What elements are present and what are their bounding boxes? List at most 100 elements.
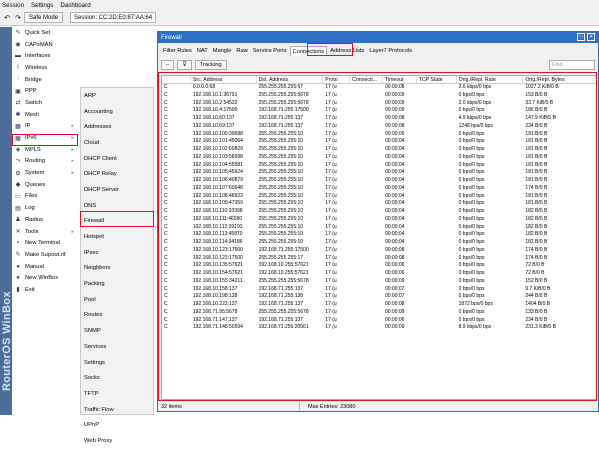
ip-submenu-dhcp-relay[interactable]: DHCP Relay — [81, 166, 153, 182]
chevron-right-icon: ▸ — [71, 228, 74, 235]
main-nav: ✎ Quick Set ◉ CAPsMAN ▬ Interfaces ⌇ Wireless ⫶ B… — [12, 27, 78, 415]
menu-dashboard[interactable]: Dashboard — [60, 2, 90, 9]
ip-submenu-upnp[interactable]: UPnP — [81, 417, 153, 433]
nav-item-capsman[interactable]: ◉ CAPsMAN — [12, 39, 78, 51]
nav-label: Radius — [25, 216, 44, 223]
tab-service-ports[interactable]: Service Ports — [251, 46, 289, 56]
nav-icon: ⇄ — [15, 100, 21, 107]
nav-item-make-supout-rif[interactable]: ✎ Make Supout.rif — [12, 249, 78, 261]
tab-nat[interactable]: NAT — [195, 46, 210, 56]
menu-bar: Session Settings Dashboard — [0, 0, 599, 10]
ip-submenu-ipsec[interactable]: IPsec — [81, 245, 153, 261]
session-value[interactable]: CC:2D:E0:87:AA:64 — [99, 15, 152, 21]
nav-item-tools[interactable]: ✕ Tools ▸ — [12, 226, 78, 238]
highlight-connections-table — [158, 72, 597, 401]
tracking-button[interactable]: Tracking — [194, 60, 227, 70]
nav-item-mesh[interactable]: ✱ Mesh — [12, 109, 78, 121]
nav-label: Switch — [25, 99, 43, 106]
nav-item-quick-set[interactable]: ✎ Quick Set — [12, 27, 78, 39]
nav-item-routing[interactable]: ⤳ Routing ▸ — [12, 156, 78, 168]
ip-submenu-cloud[interactable]: Cloud — [81, 135, 153, 151]
nav-item-ip[interactable]: ▦ IP ▸ — [12, 121, 78, 133]
maximize-icon[interactable]: □ — [577, 33, 585, 41]
nav-item-bridge[interactable]: ⫶ Bridge — [12, 74, 78, 86]
ip-submenu-settings[interactable]: Settings — [81, 355, 153, 371]
nav-item-switch[interactable]: ⇄ Switch — [12, 97, 78, 109]
nav-item-ppp[interactable]: ▣ PPP — [12, 85, 78, 97]
nav-label: CAPsMAN — [25, 41, 53, 48]
ip-submenu-tftp[interactable]: TFTP — [81, 386, 153, 402]
nav-item-exit[interactable]: ▮ Exit — [12, 284, 78, 296]
safe-mode-button[interactable]: Safe Mode — [24, 12, 64, 23]
tab-mangle[interactable]: Mangle — [211, 46, 234, 56]
nav-label: Manual — [25, 263, 45, 270]
menu-session[interactable]: Session — [2, 2, 24, 9]
window-titlebar[interactable]: Firewall □ ✕ — [158, 32, 598, 43]
nav-icon: ▮ — [16, 287, 20, 294]
ip-submenu-socks[interactable]: Socks — [81, 370, 153, 386]
filter-icon[interactable]: ⊽ — [177, 60, 192, 70]
ip-submenu-addresses[interactable]: Addresses — [81, 119, 153, 135]
ip-submenu-snmp[interactable]: SNMP — [81, 323, 153, 339]
ip-submenu-dhcp-server[interactable]: DHCP Server — [81, 182, 153, 198]
nav-label: Routing — [25, 158, 45, 165]
nav-label: Mesh — [25, 111, 40, 118]
tab-filter-rules[interactable]: Filter Rules — [161, 46, 194, 56]
nav-label: PPP — [25, 88, 37, 95]
nav-icon: ▦ — [15, 123, 21, 130]
status-bar: 32 items Max Entries: 23080 — [158, 401, 598, 412]
nav-item-files[interactable]: ▭ Files — [12, 191, 78, 203]
ip-submenu-pool[interactable]: Pool — [81, 292, 153, 308]
window-tabs: Filter Rules NAT Mangle Raw Service Ports Con… — [158, 44, 598, 56]
nav-label: IP — [25, 123, 31, 130]
nav-item-manual[interactable]: ● Manual — [12, 261, 78, 273]
nav-item-interfaces[interactable]: ▬ Interfaces — [12, 50, 78, 62]
ip-submenu-routes[interactable]: Routes — [81, 308, 153, 324]
session-label: Session: — [74, 14, 98, 21]
nav-label: Quick Set — [25, 29, 51, 36]
ip-submenu-accounting[interactable]: Accounting — [81, 104, 153, 120]
highlight-firewall — [80, 211, 154, 227]
nav-icon: ▭ — [15, 193, 21, 200]
nav-icon: ⫶ — [17, 76, 19, 83]
nav-label: New WinBox — [25, 275, 59, 282]
menu-settings[interactable]: Settings — [31, 2, 53, 9]
nav-item-wireless[interactable]: ⌇ Wireless — [12, 62, 78, 74]
nav-item-new-winbox[interactable]: ● New WinBox — [12, 272, 78, 284]
undo-icon[interactable]: ↶ — [2, 12, 12, 23]
nav-icon: ⤳ — [15, 157, 21, 164]
ip-submenu-dhcp-client[interactable]: DHCP Client — [81, 151, 153, 167]
item-count: 32 items — [158, 402, 300, 411]
nav-label: New Terminal — [25, 240, 61, 247]
nav-label: Exit — [25, 286, 35, 293]
nav-item-radius[interactable]: ♟ Radius — [12, 214, 78, 226]
nav-item-system[interactable]: ⚙ System ▸ — [12, 167, 78, 179]
nav-item-queues[interactable]: ◆ Queues — [12, 179, 78, 191]
ip-submenu-services[interactable]: Services — [81, 339, 153, 355]
ip-submenu-traffic-flow[interactable]: Traffic Flow — [81, 402, 153, 418]
ip-submenu-hotspot[interactable]: Hotspot — [81, 229, 153, 245]
nav-item-new-terminal[interactable]: ▪ New Terminal — [12, 237, 78, 249]
redo-icon[interactable]: ↷ — [13, 12, 23, 23]
nav-label: Bridge — [25, 76, 42, 83]
chevron-right-icon: ▸ — [71, 158, 74, 165]
find-input[interactable]: Find — [549, 60, 595, 70]
nav-label: Queues — [25, 181, 46, 188]
ip-submenu-arp[interactable]: ARP — [81, 88, 153, 104]
minus-icon[interactable]: − — [161, 60, 175, 70]
max-entries: Max Entries: 23080 — [308, 403, 356, 410]
tab-raw[interactable]: Raw — [234, 46, 249, 56]
ip-submenu-packing[interactable]: Packing — [81, 276, 153, 292]
close-icon[interactable]: ✕ — [587, 33, 595, 41]
nav-icon: ✎ — [15, 30, 21, 37]
nav-icon: ◈ — [15, 147, 21, 154]
highlight-ip-nav — [12, 134, 78, 146]
nav-icon: ⌇ — [16, 65, 20, 72]
window-title: Firewall — [161, 34, 182, 41]
chevron-right-icon: ▸ — [71, 146, 74, 153]
tab-layer7-protocols[interactable]: Layer7 Protocols — [367, 46, 414, 56]
nav-icon: ▬ — [15, 53, 21, 60]
ip-submenu-web-proxy[interactable]: Web Proxy — [81, 433, 153, 449]
nav-item-log[interactable]: ▤ Log — [12, 202, 78, 214]
ip-submenu-neighbors[interactable]: Neighbors — [81, 261, 153, 277]
